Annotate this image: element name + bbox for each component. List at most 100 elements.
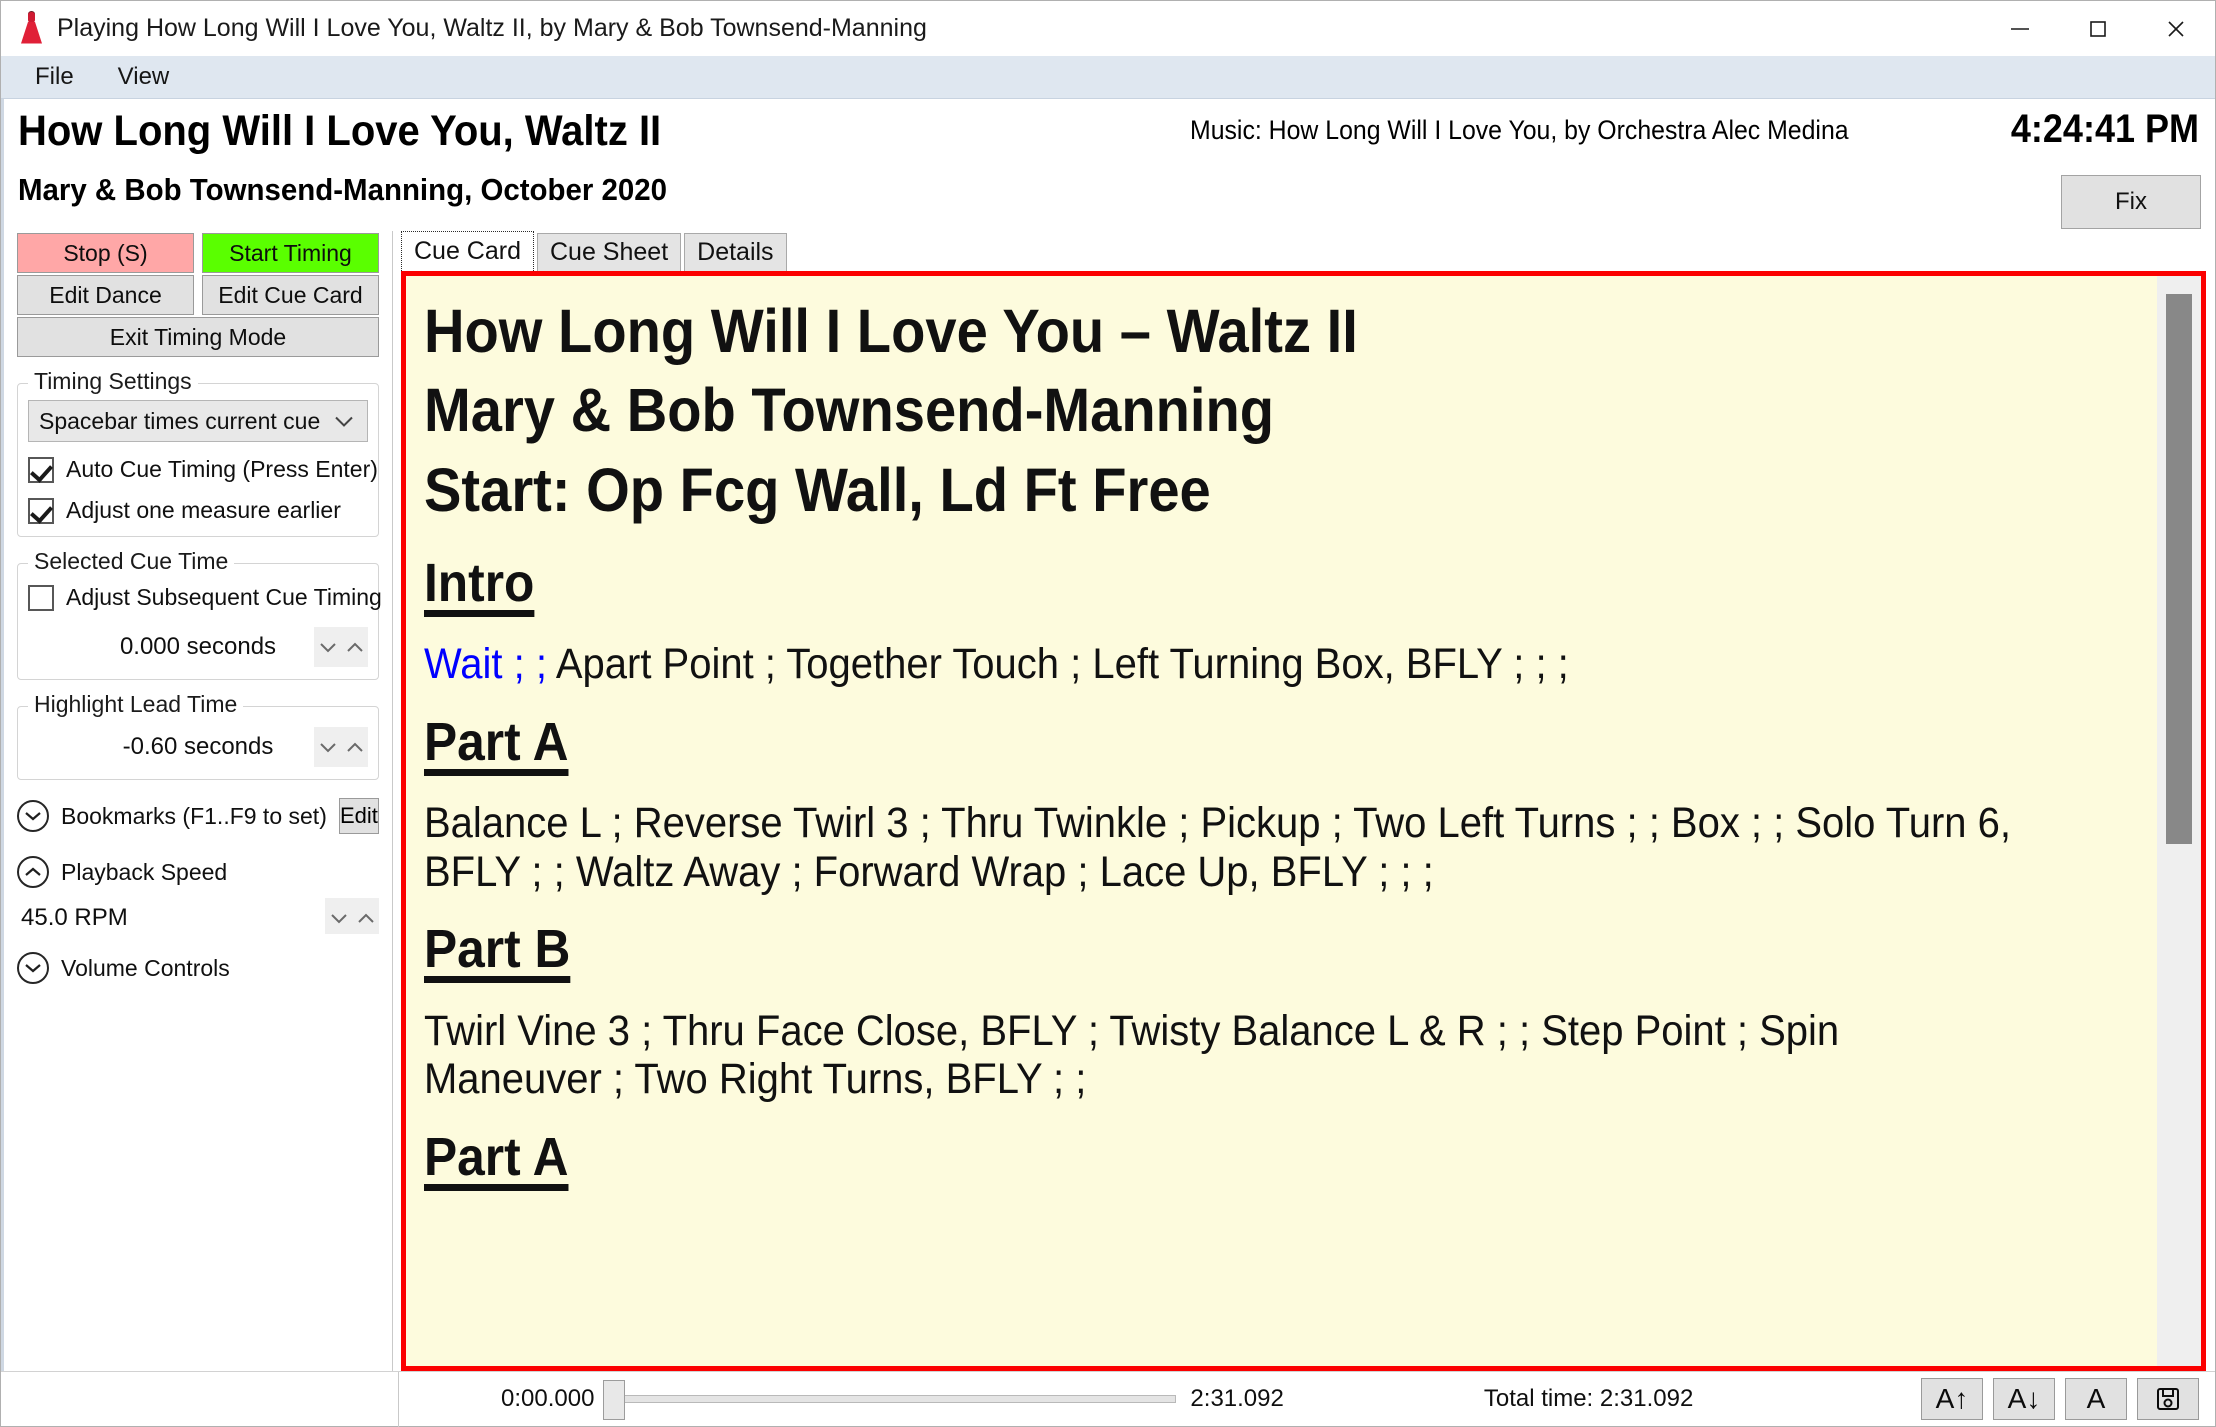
adjust-one-measure-earlier-checkbox[interactable] (28, 497, 54, 524)
font-smaller-button[interactable]: A↓ (1993, 1378, 2055, 1420)
end-time-label: 2:31.092 (1190, 1385, 1284, 1412)
adjust-subsequent-cue-timing-label: Adjust Subsequent Cue Timing (66, 584, 382, 610)
scrollbar-thumb[interactable] (2166, 294, 2192, 844)
status-bar-left-spacer (1, 1371, 399, 1427)
timing-settings-group: Timing Settings Spacebar times current c… (17, 368, 379, 537)
cue-card-heading-1: How Long Will I Love You – Waltz II (424, 297, 1358, 365)
dancer-dress-icon (17, 10, 47, 46)
playback-speed-label: Playback Speed (61, 858, 228, 885)
edit-cue-card-button[interactable]: Edit Cue Card (202, 275, 379, 315)
cue-card-content[interactable]: How Long Will I Love You – Waltz II Mary… (406, 276, 2157, 1366)
chevron-down-circle-icon[interactable] (17, 952, 49, 984)
section-body-intro-text: Apart Point ; Together Touch ; Left Turn… (546, 640, 1569, 689)
cue-card-heading-2: Mary & Bob Townsend-Manning (424, 376, 1275, 445)
adjust-subsequent-row[interactable]: Adjust Subsequent Cue Timing (28, 584, 382, 611)
save-button[interactable] (2137, 1378, 2199, 1420)
chevron-down-icon[interactable] (314, 727, 341, 767)
music-info: Music: How Long Will I Love You, by Orch… (1190, 115, 1849, 145)
chevron-down-icon (333, 408, 355, 435)
cue-card-section-header: Part B (424, 910, 2139, 988)
timing-settings-title: Timing Settings (28, 368, 198, 395)
menu-view[interactable]: View (96, 56, 192, 99)
playback-speed-value: 45.0 RPM (21, 904, 128, 931)
close-icon[interactable] (2137, 1, 2215, 56)
highlight-lead-time-spin-buttons (314, 727, 368, 767)
page-title: How Long Will I Love You, Waltz II (18, 107, 662, 155)
window-controls (1981, 1, 2215, 56)
selected-cue-time-value: 0.000 seconds (119, 633, 277, 660)
playback-slider-thumb[interactable] (603, 1380, 626, 1420)
section-name-part-a: Part A (424, 711, 569, 772)
highlight-lead-time-stepper[interactable]: -0.60 seconds (28, 727, 368, 767)
cue-card-section-header: Part A (424, 1118, 2139, 1196)
highlight-lead-time-title: Highlight Lead Time (28, 691, 244, 718)
window-title: Playing How Long Will I Love You, Waltz … (57, 14, 927, 42)
dance-header: How Long Will I Love You, Waltz II Mary … (1, 99, 2215, 231)
highlight-lead-time-group: Highlight Lead Time -0.60 seconds (17, 691, 379, 780)
playback-speed-row[interactable]: Playback Speed (17, 852, 379, 892)
cue-card-section-header: Intro (424, 544, 2139, 622)
transport-button-row: Stop (S) Start Timing (17, 233, 379, 273)
edit-dance-button[interactable]: Edit Dance (17, 275, 194, 315)
start-timing-button[interactable]: Start Timing (202, 233, 379, 273)
tab-cue-sheet[interactable]: Cue Sheet (537, 233, 682, 271)
page-subtitle: Mary & Bob Townsend-Manning, October 202… (18, 172, 668, 207)
volume-controls-row[interactable]: Volume Controls (17, 948, 379, 988)
font-reset-button[interactable]: A (2065, 1378, 2127, 1420)
chevron-down-circle-icon[interactable] (17, 800, 49, 832)
font-larger-button[interactable]: A↑ (1921, 1378, 1983, 1420)
adjust-subsequent-cue-timing-checkbox[interactable] (28, 584, 54, 611)
chevron-down-icon[interactable] (314, 627, 341, 667)
chevron-up-icon[interactable] (352, 898, 379, 938)
highlight-lead-time-value: -0.60 seconds (122, 733, 274, 760)
volume-controls-label: Volume Controls (61, 954, 230, 981)
cue-card-panel: How Long Will I Love You – Waltz II Mary… (401, 271, 2206, 1371)
menu-bar: File View (1, 56, 2215, 99)
exit-timing-mode-button[interactable]: Exit Timing Mode (17, 317, 379, 357)
chevron-up-circle-icon[interactable] (17, 856, 49, 888)
bookmarks-row[interactable]: Bookmarks (F1..F9 to set) Edit (17, 796, 379, 836)
clock-display: 4:24:41 PM (2010, 107, 2199, 151)
tab-cue-card[interactable]: Cue Card (401, 231, 534, 271)
body-area: Stop (S) Start Timing Edit Dance Edit Cu… (1, 231, 2215, 1371)
bookmarks-edit-button[interactable]: Edit (338, 798, 379, 834)
section-body-part-b: Twirl Vine 3 ; Thru Face Close, BFLY ; T… (424, 1006, 1840, 1104)
playback-slider[interactable] (603, 1380, 1177, 1420)
section-name-part-a-repeat: Part A (424, 1126, 569, 1187)
exit-timing-row: Exit Timing Mode (17, 317, 379, 357)
stop-button[interactable]: Stop (S) (17, 233, 194, 273)
cue-card-section-header: Part A (424, 703, 2139, 781)
cue-card-scrollbar[interactable] (2157, 276, 2201, 1366)
selected-cue-time-spin-buttons (314, 627, 368, 667)
edit-button-row: Edit Dance Edit Cue Card (17, 275, 379, 315)
fix-button[interactable]: Fix (2061, 175, 2201, 229)
chevron-down-icon[interactable] (325, 898, 352, 938)
section-name-part-b: Part B (424, 919, 571, 980)
current-time-label: 0:00.000 (501, 1385, 595, 1412)
playback-speed-spin-buttons (325, 898, 379, 934)
current-cue-highlight: Wait ; ; (424, 640, 547, 689)
selected-cue-time-stepper[interactable]: 0.000 seconds (28, 627, 368, 667)
adjust-one-measure-earlier-label: Adjust one measure earlier (66, 497, 341, 523)
cue-card-heading-3: Start: Op Fcg Wall, Ld Ft Free (424, 455, 1211, 524)
adjust-measure-row[interactable]: Adjust one measure earlier (28, 497, 368, 524)
title-bar: Playing How Long Will I Love You, Waltz … (1, 1, 2215, 56)
tab-details[interactable]: Details (684, 233, 787, 271)
auto-cue-timing-checkbox[interactable] (28, 456, 54, 483)
auto-cue-timing-row[interactable]: Auto Cue Timing (Press Enter) (28, 456, 378, 483)
chevron-up-icon[interactable] (341, 727, 368, 767)
selected-cue-time-group: Selected Cue Time Adjust Subsequent Cue … (17, 548, 382, 680)
playback-speed-stepper[interactable]: 45.0 RPM (21, 898, 379, 934)
timing-mode-select[interactable]: Spacebar times current cue (28, 400, 368, 442)
sidebar: Stop (S) Start Timing Edit Dance Edit Cu… (1, 231, 393, 1371)
maximize-icon[interactable] (2059, 1, 2137, 56)
tab-strip: Cue Card Cue Sheet Details (396, 231, 2215, 271)
total-time-label: Total time: 2:31.092 (1483, 1385, 1694, 1412)
bookmarks-label: Bookmarks (F1..F9 to set) (61, 802, 327, 829)
chevron-up-icon[interactable] (341, 627, 368, 667)
menu-file[interactable]: File (13, 56, 96, 99)
selected-cue-time-title: Selected Cue Time (28, 548, 235, 575)
minimize-icon[interactable] (1981, 1, 2059, 56)
app-window: Playing How Long Will I Love You, Waltz … (0, 0, 2216, 1427)
section-name-intro: Intro (424, 552, 535, 613)
